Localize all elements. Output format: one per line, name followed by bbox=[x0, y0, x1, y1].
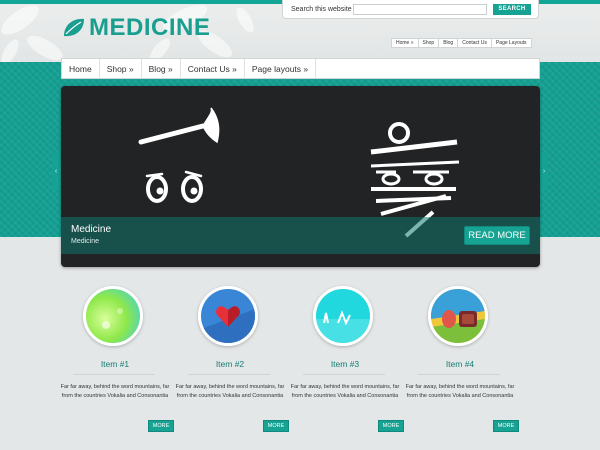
search-input[interactable] bbox=[353, 3, 487, 15]
item-title[interactable]: Item #4 bbox=[405, 359, 515, 369]
slide-subtitle: Medicine bbox=[71, 238, 100, 245]
organs-icon bbox=[431, 289, 485, 343]
divider bbox=[73, 374, 155, 375]
site-title: MEDICINE bbox=[89, 14, 211, 41]
search-bar: Search this website SEARCH bbox=[282, 0, 539, 19]
secondary-nav-page-layouts[interactable]: Page Layouts bbox=[490, 38, 532, 48]
featured-items: Item #1 Far far away, behind the word mo… bbox=[60, 286, 540, 446]
item-title[interactable]: Item #1 bbox=[60, 359, 170, 369]
item-description: Far far away, behind the word mountains,… bbox=[175, 384, 285, 399]
item-image[interactable] bbox=[198, 286, 258, 346]
heart-icon bbox=[201, 289, 255, 343]
item-image[interactable] bbox=[313, 286, 373, 346]
header: MEDICINE Search this website SEARCH Home… bbox=[0, 0, 600, 62]
main-nav-home[interactable]: Home bbox=[62, 59, 100, 78]
leaf-logo-icon bbox=[64, 18, 84, 37]
main-nav-blog[interactable]: Blog » bbox=[142, 59, 181, 78]
main-nav-contact[interactable]: Contact Us » bbox=[181, 59, 245, 78]
search-label: Search this website bbox=[291, 5, 352, 13]
chevron-left-icon: ‹ bbox=[54, 167, 58, 175]
left-character-face bbox=[138, 107, 220, 203]
divider bbox=[303, 374, 385, 375]
slide-caption: Medicine Medicine READ MORE bbox=[61, 217, 540, 254]
item-description: Far far away, behind the word mountains,… bbox=[60, 384, 170, 399]
teal-abstract-icon bbox=[316, 289, 370, 343]
item-more-button[interactable]: MORE bbox=[148, 420, 174, 432]
site-logo[interactable]: MEDICINE bbox=[62, 14, 210, 42]
slider-prev-button[interactable]: ‹ bbox=[52, 152, 60, 190]
item-description: Far far away, behind the word mountains,… bbox=[405, 384, 515, 399]
divider bbox=[188, 374, 270, 375]
search-button[interactable]: SEARCH bbox=[493, 3, 531, 15]
divider bbox=[418, 374, 500, 375]
secondary-nav-home[interactable]: Home » bbox=[391, 38, 419, 48]
item-more-button[interactable]: MORE bbox=[378, 420, 404, 432]
secondary-nav: Home » Shop Blog Contact Us Page Layouts bbox=[391, 38, 532, 48]
item-title[interactable]: Item #3 bbox=[290, 359, 400, 369]
chevron-right-icon: › bbox=[542, 167, 546, 175]
item-image[interactable] bbox=[83, 286, 143, 346]
secondary-nav-shop[interactable]: Shop bbox=[417, 38, 440, 48]
item-more-button[interactable]: MORE bbox=[263, 420, 289, 432]
secondary-nav-blog[interactable]: Blog bbox=[438, 38, 459, 48]
slide-title: Medicine bbox=[71, 224, 112, 235]
item-description: Far far away, behind the word mountains,… bbox=[290, 384, 400, 399]
secondary-nav-contact[interactable]: Contact Us bbox=[457, 38, 492, 48]
item-title[interactable]: Item #2 bbox=[175, 359, 285, 369]
read-more-button[interactable]: READ MORE bbox=[464, 226, 530, 245]
green-abstract-icon bbox=[86, 289, 140, 343]
main-nav-page-layouts[interactable]: Page layouts » bbox=[245, 59, 317, 78]
item-image[interactable] bbox=[428, 286, 488, 346]
main-nav-shop[interactable]: Shop » bbox=[100, 59, 142, 78]
slider-next-button[interactable]: › bbox=[540, 152, 548, 190]
item-more-button[interactable]: MORE bbox=[493, 420, 519, 432]
hero-slider[interactable]: Medicine Medicine READ MORE bbox=[61, 86, 540, 267]
main-nav: Home Shop » Blog » Contact Us » Page lay… bbox=[61, 58, 540, 79]
